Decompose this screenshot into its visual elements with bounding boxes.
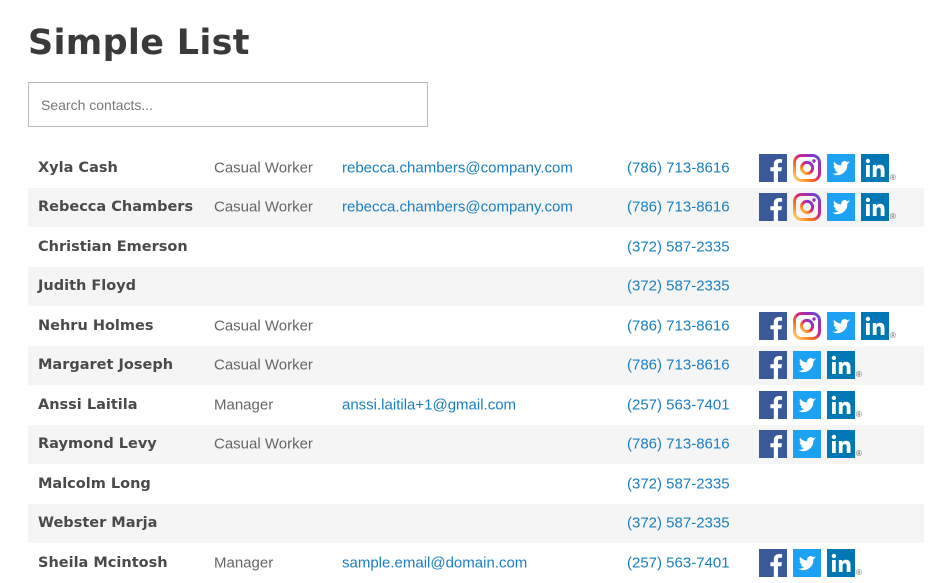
instagram-icon[interactable] bbox=[793, 153, 821, 182]
facebook-icon[interactable] bbox=[759, 351, 787, 380]
facebook-icon[interactable] bbox=[759, 548, 787, 577]
registered-mark: ® bbox=[856, 409, 862, 419]
contact-phone-link[interactable]: (786) 713-8616 bbox=[627, 357, 730, 374]
facebook-icon[interactable] bbox=[759, 193, 787, 222]
search-input[interactable] bbox=[28, 82, 428, 127]
twitter-icon[interactable] bbox=[793, 430, 821, 459]
contact-row: Margaret Joseph Casual Worker (786) 713-86… bbox=[28, 345, 924, 385]
contact-role: Manager bbox=[214, 554, 274, 572]
contact-role: Manager bbox=[214, 396, 274, 414]
contact-row: Rebecca Chambers Casual Worker rebecca.cha… bbox=[28, 187, 924, 227]
twitter-icon[interactable] bbox=[827, 153, 855, 182]
contact-phone-link[interactable]: (786) 713-8616 bbox=[627, 436, 730, 453]
linkedin-icon[interactable] bbox=[861, 311, 889, 340]
contact-name: Anssi Laitila bbox=[38, 396, 138, 413]
contact-email-link[interactable]: anssi.laitila+1@gmail.com bbox=[342, 396, 516, 413]
contact-row: Judith Floyd (372) 587-2335 bbox=[28, 266, 924, 306]
contact-phone-link[interactable]: (786) 713-8616 bbox=[627, 159, 730, 176]
registered-mark: ® bbox=[856, 449, 862, 459]
contact-row: Raymond Levy Casual Worker (786) 713-8616 ® bbox=[28, 424, 924, 464]
contact-name: Xyla Cash bbox=[38, 159, 118, 176]
contact-role: Casual Worker bbox=[214, 356, 313, 374]
instagram-icon[interactable] bbox=[793, 311, 821, 340]
registered-mark: ® bbox=[856, 370, 862, 380]
social-links: ® bbox=[759, 351, 862, 380]
contact-name: Rebecca Chambers bbox=[38, 199, 194, 216]
twitter-icon[interactable] bbox=[793, 390, 821, 419]
contact-phone-link[interactable]: (786) 713-8616 bbox=[627, 199, 730, 216]
social-links: ® bbox=[759, 153, 896, 182]
contact-name: Sheila Mcintosh bbox=[38, 554, 168, 571]
facebook-icon[interactable] bbox=[759, 153, 787, 182]
contact-role: Casual Worker bbox=[214, 198, 313, 216]
linkedin-icon[interactable] bbox=[861, 153, 889, 182]
facebook-icon[interactable] bbox=[759, 430, 787, 459]
contact-phone-link[interactable]: (372) 587-2335 bbox=[627, 238, 730, 255]
twitter-icon[interactable] bbox=[827, 193, 855, 222]
contact-row: Christian Emerson (372) 587-2335 bbox=[28, 227, 924, 267]
contact-name: Margaret Joseph bbox=[38, 357, 174, 374]
registered-mark: ® bbox=[890, 172, 896, 182]
instagram-icon[interactable] bbox=[793, 193, 821, 222]
contact-email-link[interactable]: rebecca.chambers@company.com bbox=[342, 159, 573, 176]
registered-mark: ® bbox=[856, 567, 862, 577]
contact-email-link[interactable]: rebecca.chambers@company.com bbox=[342, 199, 573, 216]
contact-phone-link[interactable]: (372) 587-2335 bbox=[627, 475, 730, 492]
contact-name: Webster Marja bbox=[38, 515, 158, 532]
contact-name: Raymond Levy bbox=[38, 436, 157, 453]
contact-name: Christian Emerson bbox=[38, 238, 188, 255]
contact-role: Casual Worker bbox=[214, 317, 313, 335]
social-links: ® bbox=[759, 193, 896, 222]
contact-email-link[interactable]: sample.email@domain.com bbox=[342, 554, 527, 571]
contact-name: Malcolm Long bbox=[38, 475, 151, 492]
page-title: Simple List bbox=[28, 23, 250, 63]
social-links: ® bbox=[759, 430, 862, 459]
contact-phone-link[interactable]: (372) 587-2335 bbox=[627, 278, 730, 295]
contact-role: Casual Worker bbox=[214, 435, 313, 453]
twitter-icon[interactable] bbox=[793, 351, 821, 380]
contact-list: Xyla Cash Casual Worker rebecca.chambers@c… bbox=[28, 148, 924, 583]
social-links: ® bbox=[759, 548, 862, 577]
twitter-icon[interactable] bbox=[793, 548, 821, 577]
registered-mark: ® bbox=[890, 330, 896, 340]
contact-row: Webster Marja (372) 587-2335 bbox=[28, 503, 924, 543]
linkedin-icon[interactable] bbox=[827, 548, 855, 577]
contact-phone-link[interactable]: (786) 713-8616 bbox=[627, 317, 730, 334]
twitter-icon[interactable] bbox=[827, 311, 855, 340]
contact-name: Nehru Holmes bbox=[38, 317, 154, 334]
contact-row: Nehru Holmes Casual Worker (786) 713-8616 ® bbox=[28, 306, 924, 346]
linkedin-icon[interactable] bbox=[861, 193, 889, 222]
contact-phone-link[interactable]: (257) 563-7401 bbox=[627, 554, 730, 571]
registered-mark: ® bbox=[890, 212, 896, 222]
linkedin-icon[interactable] bbox=[827, 430, 855, 459]
linkedin-icon[interactable] bbox=[827, 351, 855, 380]
contact-phone-link[interactable]: (257) 563-7401 bbox=[627, 396, 730, 413]
contact-row: Malcolm Long (372) 587-2335 bbox=[28, 464, 924, 504]
linkedin-icon[interactable] bbox=[827, 390, 855, 419]
contact-phone-link[interactable]: (372) 587-2335 bbox=[627, 515, 730, 532]
facebook-icon[interactable] bbox=[759, 390, 787, 419]
page: Simple List Xyla Cash Casual Worker rebecc… bbox=[0, 0, 951, 583]
contact-row: Xyla Cash Casual Worker rebecca.chambers@c… bbox=[28, 148, 924, 188]
social-links: ® bbox=[759, 311, 896, 340]
contact-role: Casual Worker bbox=[214, 159, 313, 177]
contact-row: Sheila Mcintosh Manager sample.email@domai… bbox=[28, 543, 924, 583]
contact-row: Anssi Laitila Manager anssi.laitila+1@gmai… bbox=[28, 385, 924, 425]
facebook-icon[interactable] bbox=[759, 311, 787, 340]
social-links: ® bbox=[759, 390, 862, 419]
contact-name: Judith Floyd bbox=[38, 278, 137, 295]
